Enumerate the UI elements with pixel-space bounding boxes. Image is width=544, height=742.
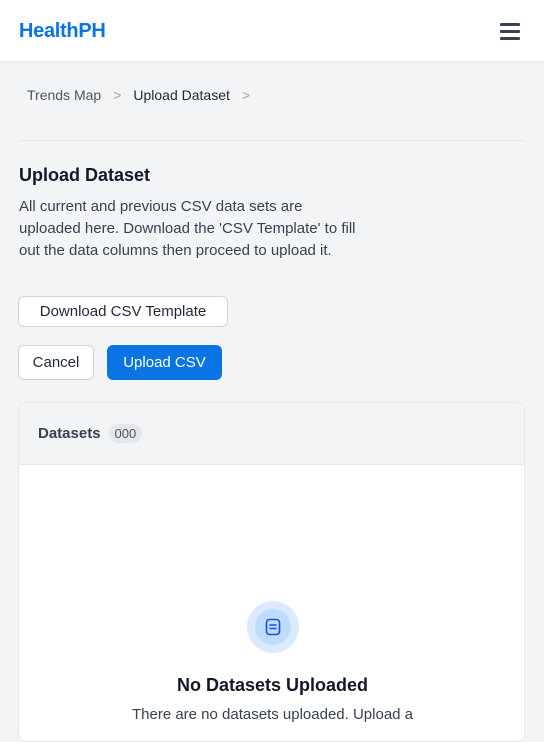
brand-logo[interactable]: HealthPH [19, 20, 106, 43]
section-divider [19, 140, 525, 141]
empty-state-description: There are no datasets uploaded. Upload a [131, 706, 414, 723]
datasets-count-badge: 000 [108, 424, 143, 443]
menu-bar [500, 30, 520, 33]
breadcrumb-separator-icon: > [241, 87, 251, 103]
empty-state-title: No Datasets Uploaded [176, 675, 369, 695]
download-csv-template-button[interactable]: Download CSV Template [18, 296, 228, 327]
breadcrumb: Trends Map > Upload Dataset > [27, 87, 262, 103]
document-icon [255, 609, 291, 645]
page-title: Upload Dataset [19, 165, 151, 185]
breadcrumb-upload-dataset: Upload Dataset [133, 87, 230, 103]
empty-state-icon-wrap [247, 601, 299, 653]
datasets-card: Datasets 000 No Datasets Uploaded There … [18, 402, 525, 742]
page-description: All current and previous CSV data sets a… [19, 198, 356, 259]
datasets-title: Datasets [38, 425, 101, 442]
breadcrumb-separator-icon: > [113, 87, 122, 103]
cancel-button[interactable]: Cancel [18, 345, 94, 380]
menu-bar [500, 23, 520, 26]
breadcrumb-trends-map[interactable]: Trends Map [27, 87, 101, 103]
upload-csv-button[interactable]: Upload CSV [107, 345, 222, 380]
datasets-card-header: Datasets 000 [19, 403, 524, 465]
menu-bar [500, 37, 520, 40]
hamburger-menu-icon[interactable] [500, 23, 520, 41]
top-navbar: HealthPH [0, 0, 544, 62]
